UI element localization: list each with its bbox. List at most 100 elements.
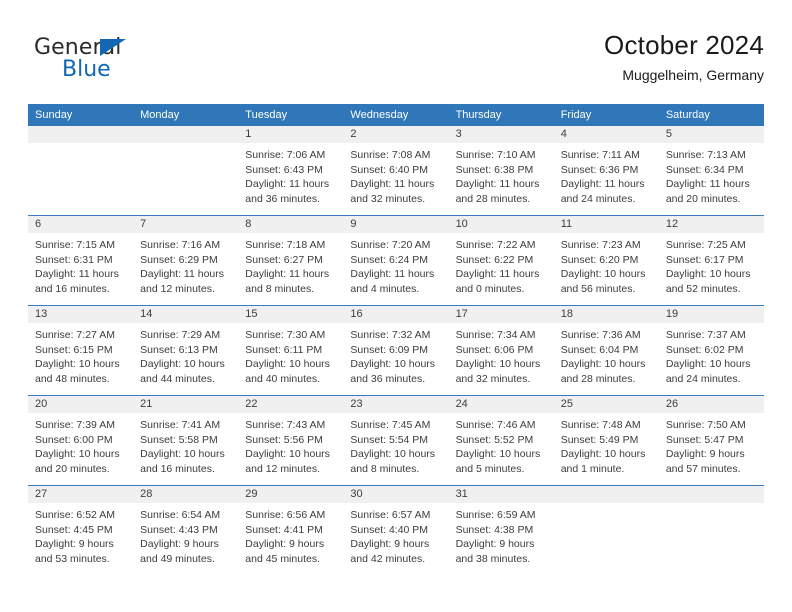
day-cell[interactable]: 27 Sunrise: 6:52 AM Sunset: 4:45 PM Dayligh… xyxy=(28,486,134,575)
day-cell-empty xyxy=(658,486,764,575)
day-cell[interactable]: 25 Sunrise: 7:48 AM Sunset: 5:49 PM Dayligh… xyxy=(553,396,659,485)
day-number: 2 xyxy=(343,126,449,143)
day-detail-line: Daylight: 9 hours xyxy=(35,538,114,551)
day-number: 21 xyxy=(133,396,239,413)
day-detail-line: Sunrise: 7:15 AM xyxy=(35,239,115,251)
day-cell[interactable]: 24 Sunrise: 7:46 AM Sunset: 5:52 PM Dayligh… xyxy=(448,396,554,485)
calendar-week-row: 1 Sunrise: 7:06 AM Sunset: 6:43 PM Daylight… xyxy=(28,126,764,215)
day-detail-line: and 40 minutes. xyxy=(245,372,320,385)
day-cell[interactable]: 15 Sunrise: 7:30 AM Sunset: 6:11 PM Dayligh… xyxy=(238,306,344,395)
day-details: Sunrise: 7:20 AM Sunset: 6:24 PM Daylight:… xyxy=(343,233,448,296)
day-cell[interactable]: 29 Sunrise: 6:56 AM Sunset: 4:41 PM Dayligh… xyxy=(238,486,344,575)
day-details: Sunrise: 7:50 AM Sunset: 5:47 PM Daylight:… xyxy=(659,413,764,476)
day-details: Sunrise: 7:13 AM Sunset: 6:34 PM Daylight:… xyxy=(659,143,764,206)
day-number: 7 xyxy=(133,216,239,233)
day-cell[interactable]: 7 Sunrise: 7:16 AM Sunset: 6:29 PM Daylight… xyxy=(133,216,239,305)
day-detail-line: Sunrise: 7:39 AM xyxy=(35,419,115,431)
day-cell[interactable]: 5 Sunrise: 7:13 AM Sunset: 6:34 PM Daylight… xyxy=(658,126,764,215)
day-cell[interactable]: 30 Sunrise: 6:57 AM Sunset: 4:40 PM Dayligh… xyxy=(343,486,449,575)
day-detail-line: Daylight: 10 hours xyxy=(35,448,120,461)
day-number: 12 xyxy=(658,216,764,233)
day-detail-line: and 57 minutes. xyxy=(665,462,741,475)
day-detail-line: Sunset: 6:09 PM xyxy=(350,343,429,356)
day-cell[interactable]: 26 Sunrise: 7:50 AM Sunset: 5:47 PM Dayligh… xyxy=(658,396,764,485)
day-detail-line: Sunrise: 7:46 AM xyxy=(455,419,536,431)
day-details xyxy=(659,503,764,508)
day-cell[interactable]: 18 Sunrise: 7:36 AM Sunset: 6:04 PM Dayligh… xyxy=(553,306,659,395)
day-detail-line: Sunset: 5:47 PM xyxy=(665,433,744,446)
day-details: Sunrise: 7:23 AM Sunset: 6:20 PM Daylight:… xyxy=(554,233,659,296)
day-detail-line: Sunset: 6:04 PM xyxy=(560,343,639,356)
day-detail-line: Sunset: 6:27 PM xyxy=(245,253,323,266)
day-detail-line: Sunrise: 7:13 AM xyxy=(665,149,746,161)
day-cell[interactable]: 13 Sunrise: 7:27 AM Sunset: 6:15 PM Dayligh… xyxy=(28,306,134,395)
day-detail-line: Sunset: 6:40 PM xyxy=(350,163,429,176)
day-detail-line: Sunrise: 7:25 AM xyxy=(665,239,746,251)
brand-logo[interactable]: General Blue xyxy=(34,36,234,92)
weekday-header-wednesday: Wednesday xyxy=(350,109,409,121)
day-cell[interactable]: 23 Sunrise: 7:45 AM Sunset: 5:54 PM Dayligh… xyxy=(343,396,449,485)
day-detail-line: and 20 minutes. xyxy=(35,462,110,475)
day-detail-line: and 24 minutes. xyxy=(560,192,636,205)
day-details: Sunrise: 6:52 AM Sunset: 4:45 PM Daylight:… xyxy=(28,503,133,566)
day-detail-line: Sunrise: 7:11 AM xyxy=(560,149,640,161)
day-details: Sunrise: 7:11 AM Sunset: 6:36 PM Daylight:… xyxy=(554,143,659,206)
day-number: 30 xyxy=(343,486,449,503)
day-cell[interactable]: 28 Sunrise: 6:54 AM Sunset: 4:43 PM Dayligh… xyxy=(133,486,239,575)
day-detail-line: Daylight: 10 hours xyxy=(455,448,541,461)
day-cell[interactable]: 9 Sunrise: 7:20 AM Sunset: 6:24 PM Daylight… xyxy=(343,216,449,305)
day-cell[interactable]: 1 Sunrise: 7:06 AM Sunset: 6:43 PM Daylight… xyxy=(238,126,344,215)
day-details: Sunrise: 7:41 AM Sunset: 5:58 PM Daylight:… xyxy=(133,413,238,476)
day-cell[interactable]: 20 Sunrise: 7:39 AM Sunset: 6:00 PM Dayligh… xyxy=(28,396,134,485)
day-cell[interactable]: 8 Sunrise: 7:18 AM Sunset: 6:27 PM Daylight… xyxy=(238,216,344,305)
day-cell[interactable]: 11 Sunrise: 7:23 AM Sunset: 6:20 PM Dayligh… xyxy=(553,216,659,305)
day-details: Sunrise: 6:56 AM Sunset: 4:41 PM Daylight:… xyxy=(238,503,343,566)
day-detail-line: and 8 minutes. xyxy=(350,462,420,475)
day-details: Sunrise: 7:48 AM Sunset: 5:49 PM Daylight:… xyxy=(554,413,659,476)
day-cell[interactable]: 10 Sunrise: 7:22 AM Sunset: 6:22 PM Dayligh… xyxy=(448,216,554,305)
day-details: Sunrise: 7:06 AM Sunset: 6:43 PM Daylight:… xyxy=(238,143,343,206)
day-details: Sunrise: 6:59 AM Sunset: 4:38 PM Daylight:… xyxy=(449,503,554,566)
page-title: October 2024 xyxy=(604,30,764,60)
day-number: 19 xyxy=(658,306,764,323)
day-detail-line: Sunset: 4:38 PM xyxy=(455,523,534,536)
day-cell[interactable]: 6 Sunrise: 7:15 AM Sunset: 6:31 PM Daylight… xyxy=(28,216,134,305)
day-detail-line: and 1 minute. xyxy=(560,462,625,475)
weekday-header-tuesday: Tuesday xyxy=(245,109,288,121)
day-detail-line: Sunset: 6:13 PM xyxy=(140,343,218,356)
day-number: 13 xyxy=(28,306,134,323)
day-details: Sunrise: 7:32 AM Sunset: 6:09 PM Daylight:… xyxy=(343,323,448,386)
day-cell[interactable]: 3 Sunrise: 7:10 AM Sunset: 6:38 PM Daylight… xyxy=(448,126,554,215)
day-cell[interactable]: 4 Sunrise: 7:11 AM Sunset: 6:36 PM Daylight… xyxy=(553,126,659,215)
day-cell[interactable]: 16 Sunrise: 7:32 AM Sunset: 6:09 PM Dayligh… xyxy=(343,306,449,395)
day-number: 9 xyxy=(343,216,449,233)
day-detail-line: Sunrise: 6:52 AM xyxy=(35,509,115,521)
day-detail-line: Daylight: 10 hours xyxy=(350,358,436,371)
day-cell[interactable]: 2 Sunrise: 7:08 AM Sunset: 6:40 PM Daylight… xyxy=(343,126,449,215)
day-number xyxy=(28,126,134,143)
day-details: Sunrise: 7:46 AM Sunset: 5:52 PM Daylight:… xyxy=(449,413,554,476)
day-detail-line: and 53 minutes. xyxy=(35,552,110,565)
day-cell[interactable]: 21 Sunrise: 7:41 AM Sunset: 5:58 PM Dayligh… xyxy=(133,396,239,485)
day-cell[interactable]: 17 Sunrise: 7:34 AM Sunset: 6:06 PM Dayligh… xyxy=(448,306,554,395)
day-cell[interactable]: 22 Sunrise: 7:43 AM Sunset: 5:56 PM Dayligh… xyxy=(238,396,344,485)
day-cell[interactable]: 31 Sunrise: 6:59 AM Sunset: 4:38 PM Dayligh… xyxy=(448,486,554,575)
day-detail-line: Sunrise: 7:27 AM xyxy=(35,329,115,341)
day-detail-line: and 45 minutes. xyxy=(245,552,320,565)
day-details xyxy=(554,503,659,508)
day-detail-line: Daylight: 9 hours xyxy=(455,538,535,551)
day-detail-line: Daylight: 11 hours xyxy=(245,268,330,281)
day-detail-line: Daylight: 10 hours xyxy=(665,268,751,281)
day-cell[interactable]: 19 Sunrise: 7:37 AM Sunset: 6:02 PM Dayligh… xyxy=(658,306,764,395)
day-detail-line: Sunrise: 7:30 AM xyxy=(245,329,326,341)
day-cell[interactable]: 12 Sunrise: 7:25 AM Sunset: 6:17 PM Dayligh… xyxy=(658,216,764,305)
day-detail-line: Sunset: 6:20 PM xyxy=(560,253,639,266)
day-detail-line: Sunrise: 7:06 AM xyxy=(245,149,326,161)
day-detail-line: Sunset: 6:34 PM xyxy=(665,163,744,176)
day-cell[interactable]: 14 Sunrise: 7:29 AM Sunset: 6:13 PM Dayligh… xyxy=(133,306,239,395)
day-detail-line: and 24 minutes. xyxy=(665,372,741,385)
day-details: Sunrise: 7:16 AM Sunset: 6:29 PM Daylight:… xyxy=(133,233,238,296)
day-detail-line: Daylight: 10 hours xyxy=(245,448,330,461)
day-detail-line: Sunrise: 7:32 AM xyxy=(350,329,431,341)
day-detail-line: and 5 minutes. xyxy=(455,462,525,475)
